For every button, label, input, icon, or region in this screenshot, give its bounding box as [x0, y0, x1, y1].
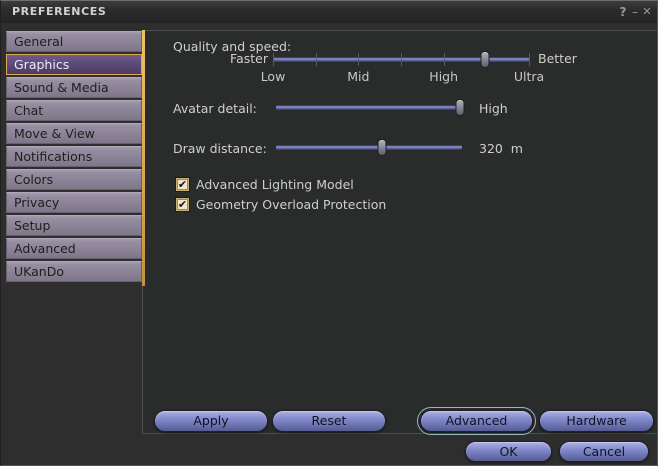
selected-tab-accent-strip	[142, 30, 145, 286]
sidebar-tab-setup[interactable]: Setup	[6, 215, 142, 236]
avatar-detail-value: High	[479, 101, 508, 116]
quality-tick-label-high: High	[429, 69, 458, 84]
quality-tick-labels: Low Mid High Ultra	[273, 69, 529, 84]
quality-faster-label: Faster	[203, 51, 268, 66]
sidebar-tab-privacy[interactable]: Privacy	[6, 192, 142, 213]
geometry-overload-label: Geometry Overload Protection	[196, 197, 386, 212]
draw-distance-label: Draw distance:	[173, 141, 267, 156]
slider-tick	[316, 53, 317, 66]
hardware-button[interactable]: Hardware	[539, 410, 654, 432]
sidebar-tab-graphics[interactable]: Graphics	[6, 54, 142, 75]
advanced-lighting-checkbox[interactable]: ✔	[176, 178, 189, 191]
quality-slider-thumb[interactable]	[481, 51, 490, 68]
titlebar[interactable]: PREFERENCES ? – ✕	[1, 1, 657, 23]
draw-distance-slider-thumb[interactable]	[378, 139, 387, 156]
close-icon[interactable]: ✕	[641, 1, 653, 23]
sidebar-tab-sound-media[interactable]: Sound & Media	[6, 77, 142, 98]
checkmark-icon: ✔	[178, 198, 187, 211]
quality-tick-label-mid: Mid	[347, 69, 369, 84]
avatar-detail-label: Avatar detail:	[173, 101, 257, 116]
sidebar-tab-general[interactable]: General	[6, 31, 142, 52]
checkmark-icon: ✔	[178, 178, 187, 191]
slider-tick	[358, 53, 359, 66]
sidebar-tab-notifications[interactable]: Notifications	[6, 146, 142, 167]
avatar-detail-slider[interactable]	[276, 105, 462, 110]
draw-distance-slider[interactable]	[276, 145, 462, 150]
help-icon[interactable]: ?	[617, 1, 629, 23]
slider-tick	[273, 53, 274, 66]
graphics-panel: Quality and speed: Faster Better Low Mid…	[142, 30, 658, 434]
slider-tick	[444, 53, 445, 66]
cancel-button[interactable]: Cancel	[559, 441, 649, 462]
sidebar: General Graphics Sound & Media Chat Move…	[6, 31, 142, 284]
quality-tick-label-ultra: Ultra	[514, 69, 544, 84]
slider-tick	[529, 53, 530, 66]
advanced-lighting-label: Advanced Lighting Model	[196, 177, 354, 192]
advanced-button[interactable]: Advanced	[420, 410, 533, 432]
geometry-overload-checkbox[interactable]: ✔	[176, 198, 189, 211]
ok-button[interactable]: OK	[465, 441, 552, 462]
slider-tick	[401, 53, 402, 66]
sidebar-tab-ukando[interactable]: UKanDo	[6, 261, 142, 282]
preferences-window: PREFERENCES ? – ✕ General Graphics Sound…	[0, 0, 658, 466]
sidebar-tab-colors[interactable]: Colors	[6, 169, 142, 190]
draw-distance-value: 320 m	[479, 141, 523, 156]
sidebar-tab-move-view[interactable]: Move & View	[6, 123, 142, 144]
quality-better-label: Better	[538, 51, 577, 66]
apply-button[interactable]: Apply	[154, 410, 268, 432]
minimize-icon[interactable]: –	[629, 1, 641, 23]
quality-slider[interactable]	[273, 57, 529, 62]
quality-tick-label-low: Low	[261, 69, 286, 84]
reset-button[interactable]: Reset	[272, 410, 386, 432]
sidebar-tab-chat[interactable]: Chat	[6, 100, 142, 121]
sidebar-tab-advanced[interactable]: Advanced	[6, 238, 142, 259]
window-title: PREFERENCES	[12, 1, 106, 23]
avatar-detail-slider-thumb[interactable]	[456, 99, 465, 116]
